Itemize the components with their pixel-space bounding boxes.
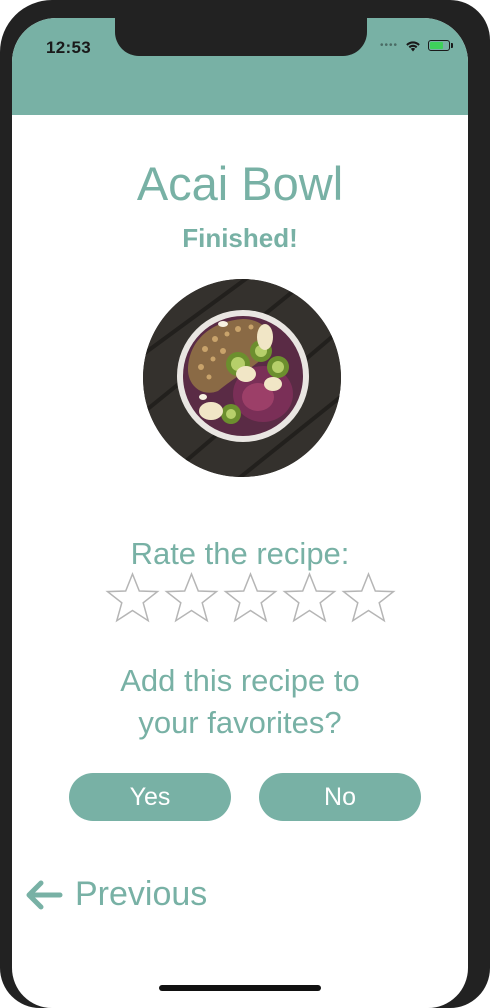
- wifi-icon: [406, 41, 420, 52]
- arrow-left-icon: [26, 880, 63, 909]
- bowl-illustration: [143, 279, 341, 477]
- star-icon-4[interactable]: [282, 572, 337, 624]
- add-favorites-question: Add this recipe to your favorites?: [12, 660, 468, 744]
- star-icon-3[interactable]: [223, 572, 278, 624]
- star-rating: [105, 572, 396, 624]
- add-favorites-line2: your favorites?: [138, 705, 342, 740]
- add-favorites-line1: Add this recipe to: [120, 663, 360, 698]
- no-button[interactable]: No: [259, 773, 421, 821]
- screen: 12:53 •••• Acai Bowl Finished! Rate the …: [12, 18, 468, 1008]
- status-icons: ••••: [379, 39, 453, 52]
- device-notch: [115, 18, 367, 56]
- previous-button[interactable]: Previous: [25, 875, 207, 914]
- status-time: 12:53: [46, 38, 91, 57]
- home-indicator[interactable]: [159, 985, 321, 991]
- acai-bowl-photo: [143, 279, 341, 477]
- recipe-title: Acai Bowl: [136, 157, 344, 210]
- previous-label: Previous: [75, 875, 208, 913]
- star-icon-2[interactable]: [164, 572, 219, 624]
- phone-frame: 12:53 •••• Acai Bowl Finished! Rate the …: [0, 0, 490, 1008]
- recipe-status: Finished!: [182, 223, 298, 253]
- cellular-signal-icon: ••••: [379, 40, 398, 51]
- star-icon-5[interactable]: [341, 572, 396, 624]
- star-icon-1[interactable]: [105, 572, 160, 624]
- battery-icon: [428, 40, 453, 51]
- yes-button[interactable]: Yes: [69, 773, 231, 821]
- rate-recipe-label: Rate the recipe:: [130, 536, 350, 571]
